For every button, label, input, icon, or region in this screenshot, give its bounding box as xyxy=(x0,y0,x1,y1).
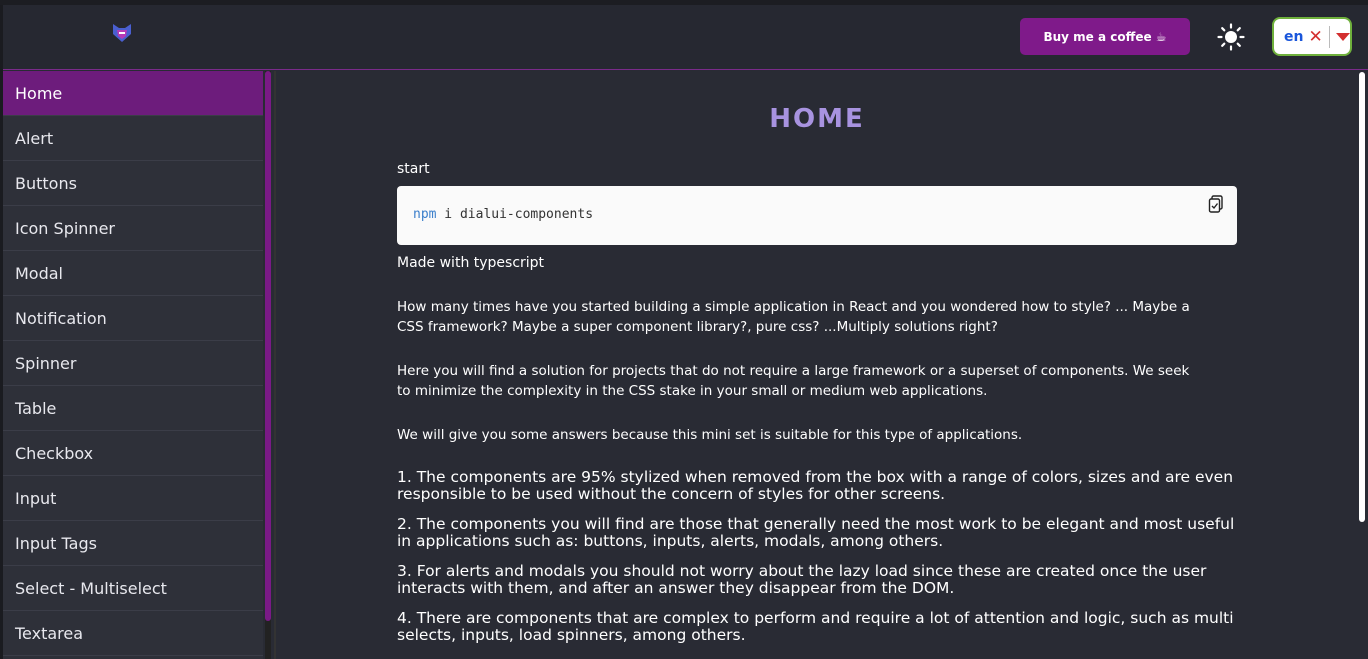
language-value: en xyxy=(1284,28,1304,45)
start-label: start xyxy=(397,161,430,177)
sun-icon[interactable] xyxy=(1217,23,1245,51)
chevron-down-icon[interactable] xyxy=(1335,32,1350,41)
sidebar-item-checkbox[interactable]: Checkbox xyxy=(3,431,263,476)
intro-paragraph-1: How many times have you started building… xyxy=(397,299,1190,335)
intro-paragraph-3: We will give you some answers because th… xyxy=(397,427,1023,443)
intro-paragraph-2: Here you will find a solution for projec… xyxy=(397,363,1190,399)
main-divider xyxy=(274,71,276,659)
sidebar-item-alert[interactable]: Alert xyxy=(3,116,263,161)
list-item: 3. For alerts and modals you should not … xyxy=(397,562,1207,597)
sidebar-item-input-tags[interactable]: Input Tags xyxy=(3,521,263,566)
select-separator xyxy=(1328,25,1330,48)
main-scrollbar-thumb[interactable] xyxy=(1359,72,1365,522)
clipboard-icon[interactable] xyxy=(1208,195,1224,213)
sidebar-item-notification[interactable]: Notification xyxy=(3,296,263,341)
clear-icon[interactable]: ✕ xyxy=(1308,27,1322,47)
sidebar-item-home[interactable]: Home xyxy=(3,71,263,116)
sidebar-item-textarea[interactable]: Textarea xyxy=(3,611,263,656)
logo-icon[interactable] xyxy=(111,21,133,43)
sidebar-item-table[interactable]: Table xyxy=(3,386,263,431)
list-item: 1. The components are 95% stylized when … xyxy=(397,468,1234,503)
sidebar-scrollbar-thumb[interactable] xyxy=(265,71,271,621)
install-command[interactable]: npm i dialui-components xyxy=(413,207,593,222)
sidebar-item-buttons[interactable]: Buttons xyxy=(3,161,263,206)
sidebar-nav: Home Alert Buttons Icon Spinner Modal No… xyxy=(3,71,263,659)
sidebar-item-icon-spinner[interactable]: Icon Spinner xyxy=(3,206,263,251)
made-with-label: Made with typescript xyxy=(397,255,545,271)
language-select[interactable]: en ✕ xyxy=(1272,17,1352,56)
app-header: Buy me a coffee ☕ en ✕ xyxy=(3,5,1368,70)
code-keyword: npm xyxy=(413,207,437,222)
buy-me-a-coffee-button[interactable]: Buy me a coffee ☕ xyxy=(1020,18,1190,55)
page-title: HOME xyxy=(769,104,865,134)
sidebar-item-spinner[interactable]: Spinner xyxy=(3,341,263,386)
code-block: npm i dialui-components xyxy=(397,186,1237,245)
sidebar-item-modal[interactable]: Modal xyxy=(3,251,263,296)
code-rest: i dialui-components xyxy=(436,207,594,222)
sidebar-item-input[interactable]: Input xyxy=(3,476,263,521)
list-item: 2. The components you will find are thos… xyxy=(397,515,1235,550)
list-item: 4. There are components that are complex… xyxy=(397,609,1234,644)
sidebar-item-select-multiselect[interactable]: Select - Multiselect xyxy=(3,566,263,611)
